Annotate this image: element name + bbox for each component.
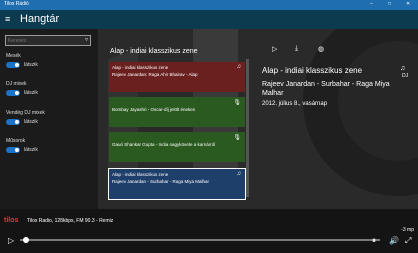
search-box[interactable]: ▿ [5, 35, 91, 46]
dj-label: DJ [402, 73, 409, 79]
toggle-label-shows: látszik [24, 147, 38, 153]
pause-icon[interactable]: ⏸ [372, 236, 376, 246]
group-label-guest-dj: Vendég DJ mixek [6, 110, 45, 116]
player-bar: tilos Tilos Radio, 128kbps, FM 90.3 - Re… [0, 209, 418, 253]
toggle-dj[interactable] [6, 90, 20, 96]
list-scrollbar[interactable] [246, 59, 249, 197]
station-logo: tilos [4, 217, 19, 224]
detail-title: Alap - indiai klasszikus zene [262, 66, 363, 75]
player-info: Tilos Radio, 128kbps, FM 90.3 - Remiz [27, 218, 114, 224]
toggle-label-meseek: látszik [24, 62, 38, 68]
detail-artist-line2: Malhar [262, 90, 284, 97]
time-remaining: -3 mp [401, 227, 414, 233]
minimize-icon[interactable]: – [370, 1, 373, 7]
toggle-shows[interactable] [6, 147, 20, 153]
toggle-meseek[interactable] [6, 62, 20, 68]
dj-icon: ♫ [400, 65, 406, 72]
list-item[interactable]: Alap - indiai klasszikus zene Rajeev Jan… [109, 62, 245, 92]
list-title: Alap - indiai klasszikus zene [110, 48, 198, 55]
search-input[interactable] [8, 36, 78, 45]
microphone-icon: 🎙 [233, 100, 241, 106]
fullscreen-icon[interactable]: ⤢ [405, 236, 411, 246]
globe-icon[interactable]: ◍ [318, 45, 324, 53]
group-label-shows: Műsorok [6, 138, 26, 144]
window-title: Tilos Rádió [4, 1, 29, 7]
main-panel: Alap - indiai klasszikus zene Alap - ind… [98, 29, 418, 209]
dj-icon: ♫ [236, 64, 242, 70]
item-title: Alap - indiai klasszikus zene [112, 172, 169, 177]
dj-icon: ♫ [236, 171, 242, 177]
play-icon[interactable]: ▷ [8, 236, 14, 245]
toggle-label-guest-dj: látszik [24, 119, 38, 125]
app-header: ≡ Hangtár [0, 10, 418, 29]
progress-thumb[interactable] [23, 237, 29, 243]
volume-icon[interactable]: 🔊 [389, 236, 399, 245]
sidebar: ▿ Mesék látszik DJ mixek látszik Vendég … [0, 29, 98, 209]
download-icon[interactable]: ⤓ [295, 45, 298, 53]
toggle-label-dj: látszik [24, 90, 38, 96]
microphone-icon: 🎙 [233, 135, 241, 141]
page-title: Hangtár [20, 13, 60, 25]
item-subtitle: Rajeev Janardan - Surbahar - Raga Miya M… [112, 179, 210, 184]
toggle-guest-dj[interactable] [6, 119, 20, 125]
list-item-selected[interactable]: Alap - indiai klasszikus zene Rajeev Jan… [108, 168, 246, 200]
progress-bar[interactable] [20, 239, 380, 241]
hamburger-icon[interactable]: ≡ [5, 14, 10, 24]
item-subtitle: Bombay Jayashri - Oscar-díj jelölt éneke… [112, 107, 196, 112]
item-title: Alap - indiai klasszikus zene [112, 65, 169, 70]
window-titlebar: Tilos Rádió – □ ✕ [0, 0, 418, 10]
list-item[interactable]: Gauri Shankar Gupta - India nagykövete a… [109, 132, 245, 162]
list-item[interactable]: Bombay Jayashri - Oscar-díj jelölt éneke… [109, 97, 245, 127]
play-icon[interactable]: ▷ [272, 45, 277, 53]
filter-icon[interactable]: ▿ [85, 36, 88, 43]
group-label-dj: DJ mixek [6, 81, 27, 87]
close-icon[interactable]: ✕ [406, 1, 410, 7]
detail-date: 2012. július 8., vasárnap [262, 101, 328, 107]
detail-artist-line1: Rajeev Janardan - Surbahar - Raga Miya [262, 81, 390, 88]
group-label-meseek: Mesék [6, 53, 21, 59]
maximize-icon[interactable]: □ [388, 1, 391, 7]
item-subtitle: Rajeev Janardan: Raga Ahir Bhairav - Ala… [112, 72, 198, 77]
item-subtitle: Gauri Shankar Gupta - India nagykövete a… [112, 142, 216, 147]
